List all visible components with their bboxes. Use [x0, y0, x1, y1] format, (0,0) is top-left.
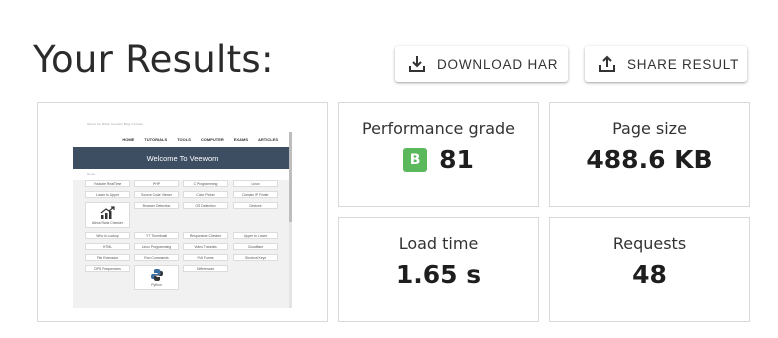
- screenshot-tile-grid: Youtube RealTime PHP C Programming Linux…: [73, 180, 292, 305]
- download-har-label: DOWNLOAD HAR: [437, 56, 559, 72]
- screenshot-nav-item: ARTICLES: [258, 137, 278, 142]
- screenshot-tile: Upper to Lower: [233, 232, 278, 239]
- screenshot-tile: Color Picker: [183, 191, 228, 198]
- screenshot-tile: OS Detection: [183, 202, 228, 209]
- download-icon: [409, 56, 425, 72]
- performance-grade-card: Performance grade B 81: [338, 102, 539, 207]
- screenshot-top-links: About Us Write Contact Blog Contact: [87, 122, 144, 126]
- screenshot-tile: Run Commands: [134, 254, 179, 261]
- page-screenshot: About Us Write Contact Blog Contact HOME…: [73, 119, 292, 308]
- requests-label: Requests: [612, 234, 687, 253]
- load-time-card: Load time 1.65 s: [338, 217, 539, 322]
- screenshot-tile: Youtube RealTime: [85, 180, 130, 187]
- screenshot-tile: Lower to Upper: [85, 191, 130, 198]
- performance-grade-label: Performance grade: [361, 119, 515, 138]
- screenshot-scrollbar: [289, 132, 292, 308]
- screenshot-tile: PHP: [134, 180, 179, 187]
- requests-value: 48: [632, 260, 667, 289]
- page-size-value: 488.6 KB: [586, 145, 713, 174]
- screenshot-tile: DPS Frequencies: [85, 265, 130, 272]
- screenshot-tile: File Extension: [85, 254, 130, 261]
- screenshot-tile: Full Forms: [183, 254, 228, 261]
- screenshot-nav: HOME TUTORIALS TOOLS COMPUTER EXAMS ARTI…: [73, 132, 292, 147]
- screenshot-tile: HTML: [85, 243, 130, 250]
- screenshot-breadcrumb: Home: [73, 169, 292, 180]
- screenshot-tile: Source Code Viewer: [134, 191, 179, 198]
- screenshot-python-label: Python: [151, 283, 162, 287]
- chart-up-icon: [100, 206, 115, 219]
- page-title: Your Results:: [33, 38, 274, 81]
- page-screenshot-card: About Us Write Contact Blog Contact HOME…: [37, 102, 328, 322]
- share-result-label: SHARE RESULT: [627, 56, 740, 72]
- screenshot-nav-item: EXAMS: [233, 137, 248, 142]
- screenshot-tile: Who is Lookup: [85, 232, 130, 239]
- share-upload-icon: [599, 55, 615, 72]
- screenshot-nav-item: TOOLS: [177, 137, 191, 142]
- screenshot-tile: Differences: [183, 265, 228, 272]
- screenshot-banner: Welcome To Veewom: [73, 147, 292, 169]
- screenshot-tile: Linux: [233, 180, 278, 187]
- download-har-button[interactable]: DOWNLOAD HAR: [395, 46, 568, 82]
- screenshot-tile: Video Tutorials: [183, 243, 228, 250]
- load-time-value: 1.65 s: [395, 260, 482, 289]
- screenshot-tile: Domain IP Finder: [233, 191, 278, 198]
- screenshot-tile: Responsive Checker: [183, 232, 228, 239]
- performance-grade-value-row: B 81: [403, 145, 474, 174]
- screenshot-big-tile: Alexa Rank Checker: [85, 202, 130, 228]
- page-size-label: Page size: [612, 119, 687, 138]
- python-icon: [150, 269, 163, 281]
- performance-grade-value: 81: [439, 145, 474, 174]
- screenshot-tile: Browser Detection: [134, 202, 179, 209]
- screenshot-python-tile: Python: [134, 265, 179, 290]
- screenshot-tile: YT Thumbnail: [134, 232, 179, 239]
- screenshot-tile: C Programming: [183, 180, 228, 187]
- screenshot-big-tile-label: Alexa Rank Checker: [92, 221, 123, 225]
- screenshot-topbar: About Us Write Contact Blog Contact: [73, 119, 292, 132]
- grade-badge: B: [403, 147, 428, 172]
- page-size-card: Page size 488.6 KB: [549, 102, 750, 207]
- share-result-button[interactable]: SHARE RESULT: [585, 46, 747, 82]
- screenshot-tile: Shortcut Keys: [233, 254, 278, 261]
- screenshot-nav-item: COMPUTER: [200, 137, 224, 142]
- load-time-label: Load time: [398, 234, 479, 253]
- screenshot-tile: Devices: [233, 202, 278, 209]
- requests-card: Requests 48: [549, 217, 750, 322]
- screenshot-nav-item: TUTORIALS: [144, 137, 168, 142]
- screenshot-tile: Cloudflare: [233, 243, 278, 250]
- screenshot-tile: Linux Programming: [134, 243, 179, 250]
- screenshot-nav-item: HOME: [122, 137, 135, 142]
